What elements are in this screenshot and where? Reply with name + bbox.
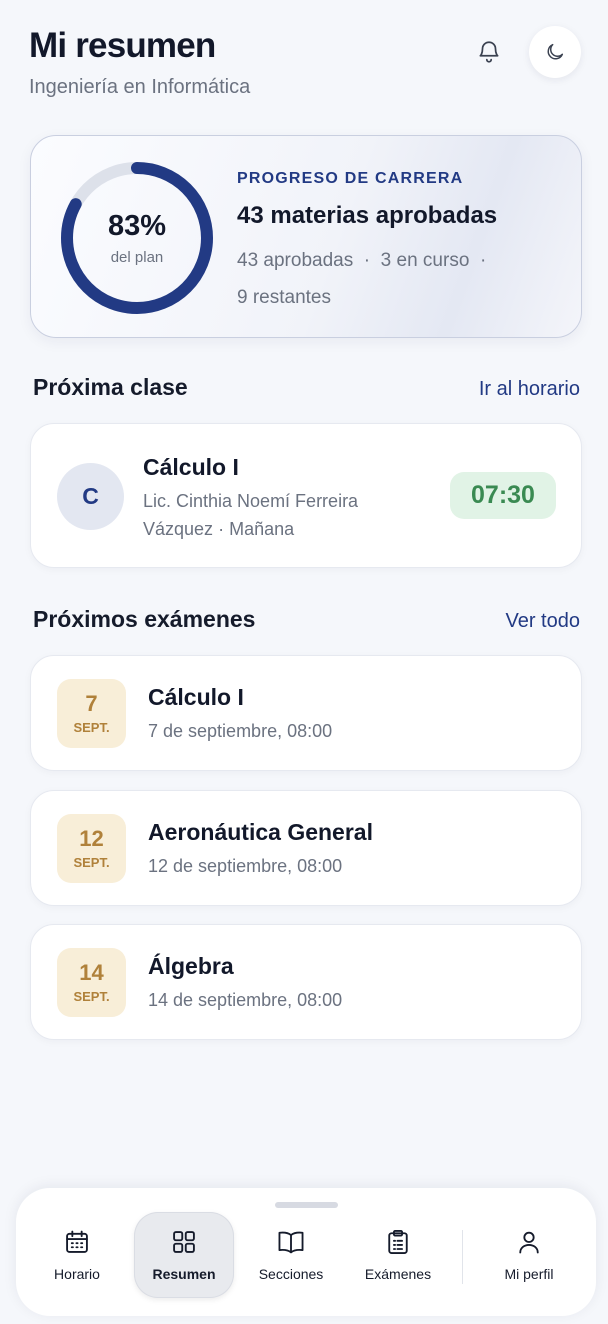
bell-icon [479,41,499,63]
tab-horario[interactable]: Horario [27,1212,127,1298]
clipboard-icon [388,1229,408,1255]
see-all-exams-link[interactable]: Ver todo [505,610,580,633]
progress-stats: 43 aprobadas · 3 en curso · 9 restantes [237,242,557,316]
separator: · [363,250,371,271]
progress-title: 43 materias aprobadas [237,202,498,229]
calendar-icon [66,1230,88,1253]
class-time-badge: 07:30 [450,472,556,519]
page-subtitle: Ingeniería en Informática [29,76,251,98]
next-class-card[interactable]: C Cálculo I Lic. Cinthia Noemí Ferreira … [30,423,582,568]
in-course-count: 3 en curso [380,250,470,271]
go-to-schedule-link[interactable]: Ir al horario [479,378,580,401]
remaining-count: 9 restantes [237,287,331,308]
exam-day: 12 [79,826,104,851]
exam-date-chip: 12 SEPT. [57,814,126,883]
progress-percent: 83% [107,210,167,242]
tab-label: Horario [54,1266,100,1282]
tab-label: Exámenes [364,1266,432,1282]
tab-mi-perfil[interactable]: Mi perfil [479,1212,579,1298]
next-class-title: Próxima clase [33,374,188,400]
grid-icon [173,1231,195,1253]
exams-header: Próximos exámenes Ver todo [33,606,580,633]
exam-date-chip: 14 SEPT. [57,948,126,1017]
exam-course: Aeronáutica General [148,819,373,845]
notifications-button[interactable] [463,26,515,78]
approved-count: 43 aprobadas [237,250,354,271]
book-icon [278,1231,304,1254]
tab-secciones[interactable]: Secciones [241,1212,341,1298]
exam-day: 14 [79,960,104,985]
exam-month: SEPT. [73,989,110,1004]
exam-card[interactable]: 14 SEPT. Álgebra 14 de septiembre, 08:00 [30,924,582,1040]
tab-examenes[interactable]: Exámenes [348,1212,448,1298]
exam-datetime: 7 de septiembre, 08:00 [148,721,333,741]
bottom-tab-bar: Horario Resumen Secciones Exámenes Mi pe… [16,1188,596,1316]
exam-day: 7 [85,691,98,716]
exam-month: SEPT. [73,855,110,870]
tab-resumen[interactable]: Resumen [134,1212,234,1298]
exam-course: Álgebra [148,953,234,979]
progress-caption: del plan [110,249,164,266]
course-meta: Lic. Cinthia Noemí Ferreira Vázquez · Ma… [143,491,359,539]
separator: · [479,250,487,271]
next-class-header: Próxima clase Ir al horario [33,374,580,401]
theme-toggle-button[interactable] [529,26,581,78]
career-progress-card[interactable]: 83% del plan PROGRESO DE CARRERA 43 mate… [30,135,582,338]
progress-eyebrow: PROGRESO DE CARRERA [237,170,464,187]
exam-date-chip: 7 SEPT. [57,679,126,748]
drag-handle[interactable] [275,1202,338,1208]
tab-divider [462,1230,463,1284]
header: Mi resumen Ingeniería en Informática [29,26,584,116]
user-icon [519,1231,539,1254]
tab-label: Resumen [152,1266,216,1282]
course-avatar: C [57,463,124,530]
exam-card[interactable]: 7 SEPT. Cálculo I 7 de septiembre, 08:00 [30,655,582,771]
moon-icon [547,43,564,60]
shift: Mañana [229,519,295,539]
exam-datetime: 14 de septiembre, 08:00 [148,990,343,1010]
tab-label: Secciones [258,1266,324,1282]
exam-card[interactable]: 12 SEPT. Aeronáutica General 12 de septi… [30,790,582,906]
progress-ring-label: 83% del plan [59,160,215,316]
exam-datetime: 12 de septiembre, 08:00 [148,856,343,876]
exam-month: SEPT. [73,720,110,735]
exams-title: Próximos exámenes [33,606,256,632]
exam-course: Cálculo I [148,684,244,710]
tab-label: Mi perfil [504,1266,554,1282]
course-name: Cálculo I [143,454,239,480]
